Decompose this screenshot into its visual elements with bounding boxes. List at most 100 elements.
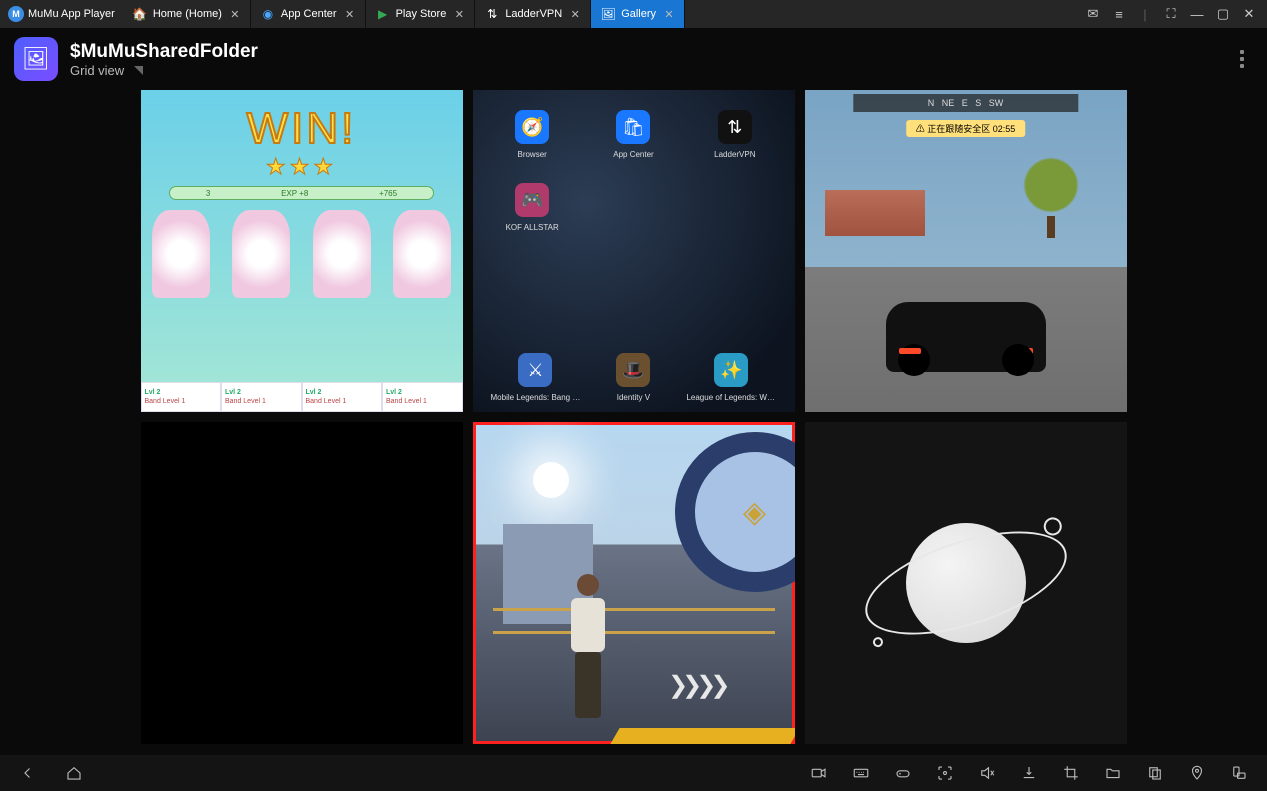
tree-sprite (1021, 150, 1081, 220)
thumbnail-4[interactable] (141, 422, 463, 744)
mute-icon[interactable] (977, 763, 997, 783)
brand-logo: M (8, 6, 24, 22)
gamepad-icon[interactable] (893, 763, 913, 783)
thumbnail-5-selected[interactable]: ◈ ❯❯❯❯ (473, 422, 795, 744)
app-label: Browser (517, 150, 546, 159)
mail-icon[interactable]: ✉ (1085, 6, 1101, 22)
app-icon: ⇅ (718, 110, 752, 144)
launcher-app: 🧭 Browser (485, 110, 580, 159)
app-icon: 🎩 (616, 353, 650, 387)
thumbnail-1[interactable]: WIN! ★★★ 3 EXP +8 +765 Lvl 2Band Level 1… (141, 90, 463, 412)
record-video-icon[interactable] (809, 763, 829, 783)
menu-icon[interactable]: ≡ (1111, 6, 1127, 22)
title-bar: M MuMu App Player 🏠 Home (Home) ✕ ◉ App … (0, 0, 1267, 28)
planet-graphic (906, 523, 1026, 643)
app-icon: 🛍 (616, 110, 650, 144)
keyboard-icon[interactable] (851, 763, 871, 783)
stars-icon: ★★★ (266, 154, 337, 180)
tab-label: LadderVPN (505, 8, 562, 20)
tab-home[interactable]: 🏠 Home (Home) ✕ (123, 0, 251, 28)
tab-label: Play Store (396, 8, 447, 20)
launcher-app: ⇅ LadderVPN (687, 110, 782, 159)
app-label: App Center (613, 150, 653, 159)
apk-install-icon[interactable] (1019, 763, 1039, 783)
portal-ring: ◈ (675, 432, 795, 592)
exp-val-a: 3 (206, 189, 210, 198)
thumbnail-6[interactable] (805, 422, 1127, 744)
win-text: WIN! (247, 104, 357, 154)
launcher-app: 🎮 KOF ALLSTAR (485, 183, 580, 232)
app-icon: 🎮 (515, 183, 549, 217)
gallery-icon: 🖼 (601, 7, 615, 21)
close-icon[interactable]: ✕ (662, 7, 676, 21)
gallery-app-icon: 🖼 (14, 37, 58, 81)
app-label: LadderVPN (714, 150, 755, 159)
tab-app-center[interactable]: ◉ App Center ✕ (251, 0, 366, 28)
folder-title: $MuMuSharedFolder (70, 41, 258, 63)
result-card: Lvl 2Band Level 1 (141, 382, 222, 412)
close-icon[interactable]: ✕ (568, 7, 582, 21)
floor-arrows-icon: ❯❯❯❯ (668, 671, 724, 700)
thumbnail-3[interactable]: N NE E S SW ⚠ 正在跟随安全区 02:55 (805, 90, 1127, 412)
hud-warning: ⚠ 正在跟随安全区 02:55 (906, 120, 1026, 137)
crop-icon[interactable] (1061, 763, 1081, 783)
app-icon: 🧭 (515, 110, 549, 144)
tab-label: Gallery (621, 8, 656, 20)
screenshot-icon[interactable] (935, 763, 955, 783)
more-menu-button[interactable] (1240, 50, 1244, 68)
vpn-icon: ⇅ (485, 7, 499, 21)
rotate-icon[interactable] (1229, 763, 1249, 783)
tab-label: App Center (281, 8, 337, 20)
thumbnail-2[interactable]: 🧭 Browser 🛍 App Center ⇅ LadderVPN 🎮 KOF ALL… (473, 90, 795, 412)
sep-icon: | (1137, 6, 1153, 22)
app-label: Mobile Legends: Bang … (491, 393, 581, 402)
result-card: Lvl 2Band Level 1 (221, 382, 302, 412)
home-icon: 🏠 (133, 7, 147, 21)
railing (493, 608, 775, 634)
tab-play-store[interactable]: ▶ Play Store ✕ (366, 0, 476, 28)
tab-gallery[interactable]: 🖼 Gallery ✕ (591, 0, 685, 28)
launcher-app: 🎩Identity V (616, 353, 650, 402)
char-sprite (232, 210, 290, 298)
exp-bar: 3 EXP +8 +765 (169, 186, 433, 200)
brand: M MuMu App Player (0, 0, 123, 28)
home-button[interactable] (64, 763, 84, 783)
title-bar-right: ✉ ≡ | ⛶ — ▢ ✕ (1075, 0, 1267, 28)
exp-val-b: EXP +8 (281, 189, 308, 198)
tab-laddervpn[interactable]: ⇅ LadderVPN ✕ (475, 0, 591, 28)
launcher-app: 🛍 App Center (586, 110, 681, 159)
hud-top: N NE E S SW (853, 94, 1078, 112)
char-sprite (393, 210, 451, 298)
result-card: Lvl 2Band Level 1 (302, 382, 383, 412)
minimize-icon[interactable]: — (1189, 6, 1205, 22)
view-mode-label: Grid view (70, 63, 124, 78)
view-mode-dropdown-icon[interactable] (134, 66, 143, 75)
fullscreen-icon[interactable]: ⛶ (1163, 6, 1179, 22)
close-icon[interactable]: ✕ (343, 7, 357, 21)
char-row (141, 210, 463, 298)
result-cards: Lvl 2Band Level 1 Lvl 2Band Level 1 Lvl … (141, 382, 463, 412)
sun-sprite (533, 462, 569, 498)
gps-icon[interactable] (1187, 763, 1207, 783)
folder-icon[interactable] (1103, 763, 1123, 783)
app-icon: ⚔ (518, 353, 552, 387)
close-window-icon[interactable]: ✕ (1241, 6, 1257, 22)
emulator-tools (809, 763, 1249, 783)
header-text: $MuMuSharedFolder Grid view (70, 41, 258, 78)
character-sprite (563, 574, 613, 724)
back-button[interactable] (18, 763, 38, 783)
moon-icon (1041, 515, 1064, 538)
char-sprite (152, 210, 210, 298)
close-icon[interactable]: ✕ (228, 7, 242, 21)
building-sprite (825, 190, 925, 236)
maximize-icon[interactable]: ▢ (1215, 6, 1231, 22)
char-sprite (313, 210, 371, 298)
tab-strip: 🏠 Home (Home) ✕ ◉ App Center ✕ ▶ Play St… (123, 0, 685, 28)
car-sprite (886, 302, 1046, 372)
floor-marking (610, 728, 795, 744)
multi-instance-icon[interactable] (1145, 763, 1165, 783)
close-icon[interactable]: ✕ (452, 7, 466, 21)
gallery-header: 🖼 $MuMuSharedFolder Grid view (0, 28, 1267, 90)
app-label: KOF ALLSTAR (506, 223, 559, 232)
app-icon: ✨ (714, 353, 748, 387)
